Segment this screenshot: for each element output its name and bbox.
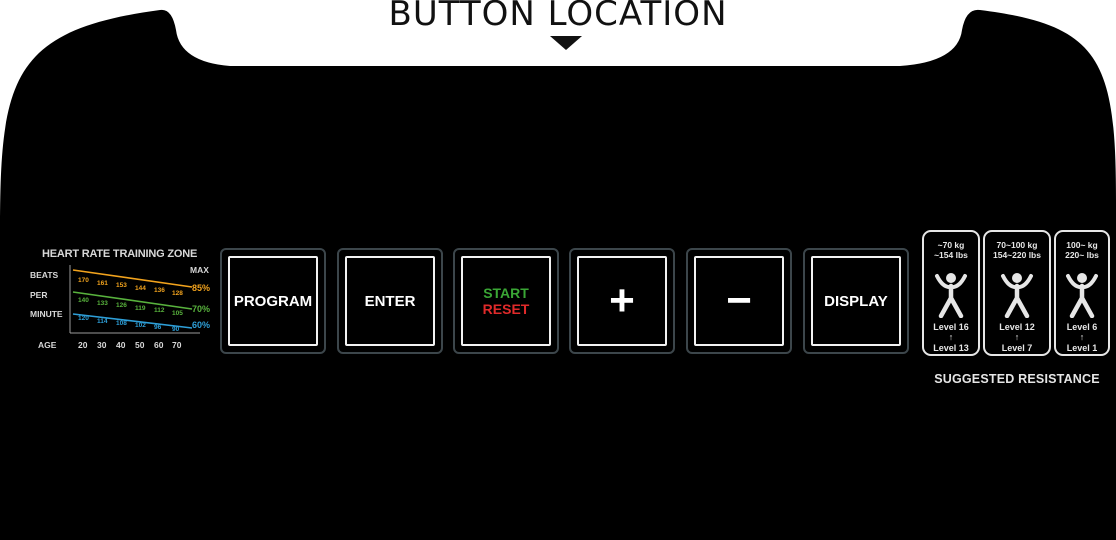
enter-button-frame: ENTER [337, 248, 443, 354]
reset-label: RESET [482, 301, 530, 317]
exercising-person-icon [935, 273, 967, 318]
level-low: Level 1 [1066, 343, 1098, 353]
zone-60-value: 114 [97, 318, 108, 325]
start-reset-button[interactable]: START RESET [461, 256, 551, 346]
program-button-label: PROGRAM [233, 292, 313, 310]
age-tick: 50 [135, 340, 145, 350]
per-label: PER [30, 290, 48, 300]
plus-button-frame: + [569, 248, 675, 354]
program-button-frame: PROGRAM [220, 248, 326, 354]
level-low: Level 7 [1001, 343, 1033, 353]
minute-label: MINUTE [30, 309, 63, 319]
age-tick: 30 [97, 340, 107, 350]
level-high: Level 6 [1066, 322, 1098, 332]
age-tick: 40 [116, 340, 126, 350]
button-location-title: BUTTON LOCATION [388, 0, 728, 34]
minus-button[interactable]: − [694, 256, 784, 346]
weight-lbs: ~154 lbs [934, 250, 968, 260]
exercising-person-icon [1001, 273, 1033, 318]
plus-button[interactable]: + [577, 256, 667, 346]
level-high: Level 12 [999, 322, 1035, 332]
zone-70-value: 133 [97, 300, 108, 307]
start-label: START [483, 285, 529, 301]
weight-kg: 70~100 kg [996, 240, 1038, 250]
suggested-resistance-caption: SUGGESTED RESISTANCE [934, 372, 1100, 386]
zone-85-value: 136 [154, 287, 165, 294]
arrow-up-icon: ↑ [948, 332, 954, 342]
zone-60-value: 108 [116, 320, 127, 327]
exercising-person-icon [1066, 273, 1098, 318]
zone-60-value: 120 [78, 315, 89, 322]
enter-button[interactable]: ENTER [345, 256, 435, 346]
zone-85-percent: 85% [192, 283, 211, 293]
level-high: Level 16 [933, 322, 969, 332]
display-button-label: DISPLAY [824, 292, 888, 310]
arrow-up-icon: ↑ [1079, 332, 1085, 342]
age-label: AGE [38, 340, 57, 350]
minus-icon: − [726, 276, 752, 325]
beats-label: BEATS [30, 270, 59, 280]
zone-85-value: 170 [78, 277, 89, 284]
resistance-group: 70~100 kg 154~220 lbs Level 12 ↑ Level 7 [983, 230, 1051, 356]
zone-60-value: 102 [135, 322, 146, 329]
zone-85-value: 144 [135, 285, 146, 292]
arrow-up-icon: ↑ [1014, 332, 1020, 342]
zone-70-value: 105 [172, 310, 183, 317]
weight-kg: ~70 kg [937, 240, 965, 250]
zone-60-value: 96 [154, 324, 162, 331]
start-reset-button-frame: START RESET [453, 248, 559, 354]
triangle-down-icon [550, 36, 582, 50]
zone-70-value: 126 [116, 302, 127, 309]
resistance-group: 100~ kg 220~ lbs Level 6 ↑ Level 1 [1054, 230, 1110, 356]
program-button[interactable]: PROGRAM [228, 256, 318, 346]
heart-rate-title: HEART RATE TRAINING ZONE [42, 248, 198, 260]
level-low: Level 13 [933, 343, 969, 353]
zone-85-value: 128 [172, 290, 183, 297]
age-tick: 70 [172, 340, 182, 350]
max-label: MAX [190, 265, 209, 275]
zone-60-percent: 60% [192, 320, 211, 330]
age-tick: 20 [78, 340, 88, 350]
plus-icon: + [609, 276, 635, 325]
zone-85-value: 161 [97, 280, 108, 287]
display-button[interactable]: DISPLAY [811, 256, 901, 346]
resistance-group: ~70 kg ~154 lbs Level 16 ↑ Level 13 [922, 230, 980, 356]
enter-button-label: ENTER [364, 292, 416, 310]
weight-lbs: 220~ lbs [1065, 250, 1099, 260]
zone-70-value: 119 [135, 305, 146, 312]
zone-70-percent: 70% [192, 304, 211, 314]
display-button-frame: DISPLAY [803, 248, 909, 354]
age-tick: 60 [154, 340, 164, 350]
zone-70-value: 112 [154, 307, 165, 314]
weight-lbs: 154~220 lbs [993, 250, 1041, 260]
zone-85-value: 153 [116, 282, 127, 289]
weight-kg: 100~ kg [1066, 240, 1098, 250]
minus-button-frame: − [686, 248, 792, 354]
zone-60-value: 90 [172, 326, 180, 333]
zone-70-value: 140 [78, 297, 89, 304]
